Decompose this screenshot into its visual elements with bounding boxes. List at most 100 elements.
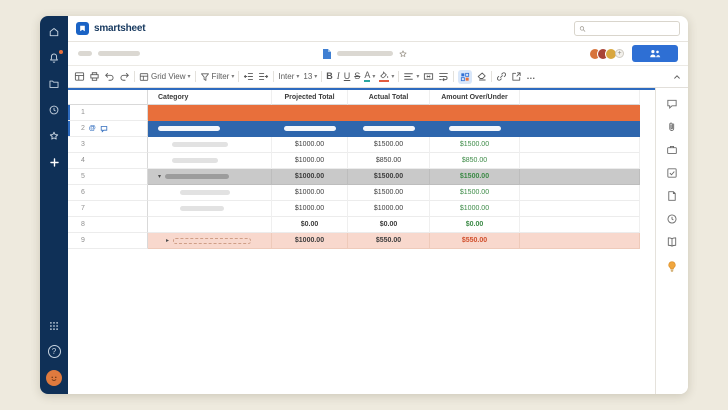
projected-cell[interactable]: $1000.00 <box>272 201 348 217</box>
diff-cell[interactable]: $1500.00 <box>430 185 520 201</box>
category-cell[interactable] <box>148 137 272 153</box>
fill-color-button[interactable]: ▾ <box>379 71 394 82</box>
actual-cell[interactable]: $1500.00 <box>348 169 430 185</box>
empty-cell[interactable] <box>520 217 640 233</box>
link-icon[interactable] <box>496 71 507 82</box>
recents-clock-icon[interactable] <box>47 103 61 117</box>
diff-cell[interactable]: $1500.00 <box>430 169 520 185</box>
indent-icon[interactable] <box>258 71 269 82</box>
expand-row-icon[interactable]: ▸ <box>166 238 169 244</box>
wrap-text-icon[interactable] <box>438 71 449 82</box>
row-number-cell[interactable]: 8 <box>68 217 148 233</box>
projected-cell[interactable]: $1000.00 <box>272 153 348 169</box>
column-header[interactable]: Amount Over/Under <box>430 90 520 105</box>
actual-cell[interactable]: $1500.00 <box>348 137 430 153</box>
align-button[interactable]: ▾ <box>403 71 419 82</box>
projected-cell[interactable] <box>272 121 348 137</box>
empty-cell[interactable] <box>520 153 640 169</box>
row-number-cell[interactable]: 1 <box>68 105 148 121</box>
category-cell[interactable] <box>148 201 272 217</box>
corner-cell[interactable] <box>68 90 148 105</box>
projected-cell[interactable]: $1000.00 <box>272 137 348 153</box>
clear-format-eraser-icon[interactable] <box>476 71 487 82</box>
diff-cell[interactable]: $850.00 <box>430 153 520 169</box>
projected-cell[interactable]: $1000.00 <box>272 233 348 249</box>
insights-lightbulb-icon[interactable] <box>666 260 679 273</box>
diff-cell[interactable] <box>430 105 520 121</box>
favorite-star-icon[interactable] <box>398 49 408 59</box>
conditional-formatting-button[interactable] <box>458 70 472 84</box>
diff-cell[interactable] <box>430 121 520 137</box>
browse-folder-icon[interactable] <box>47 77 61 91</box>
underline-button[interactable]: U <box>344 72 351 81</box>
expand-row-icon[interactable] <box>511 71 522 82</box>
collapse-toolbar-button[interactable] <box>672 72 682 82</box>
category-cell[interactable] <box>148 185 272 201</box>
row-number-cell[interactable]: 5 <box>68 169 148 185</box>
text-color-button[interactable]: A ▾ <box>364 71 375 82</box>
actual-cell[interactable]: $0.00 <box>348 217 430 233</box>
actual-cell[interactable] <box>348 105 430 121</box>
publish-document-icon[interactable] <box>666 189 679 202</box>
projected-cell[interactable]: $1000.00 <box>272 185 348 201</box>
update-requests-icon[interactable] <box>666 166 679 179</box>
diff-cell[interactable]: $1500.00 <box>430 137 520 153</box>
more-tools-button[interactable]: … <box>526 72 536 81</box>
empty-cell[interactable] <box>520 185 640 201</box>
column-header-empty[interactable] <box>520 90 640 105</box>
outdent-icon[interactable] <box>243 71 254 82</box>
projected-cell[interactable]: $0.00 <box>272 217 348 233</box>
notifications-bell-icon[interactable] <box>47 51 61 65</box>
bold-button[interactable]: B <box>326 72 333 81</box>
mention-icon[interactable]: @ <box>89 125 96 132</box>
help-icon[interactable]: ? <box>48 345 61 358</box>
category-cell[interactable] <box>148 105 272 121</box>
category-cell[interactable] <box>148 153 272 169</box>
account-avatar[interactable] <box>46 370 62 386</box>
empty-cell[interactable] <box>520 121 640 137</box>
projected-cell[interactable]: $1000.00 <box>272 169 348 185</box>
filter-control[interactable]: Filter ▾ <box>200 72 235 82</box>
add-collaborator-button[interactable]: + <box>615 49 624 58</box>
diff-cell[interactable]: $1000.00 <box>430 201 520 217</box>
view-switcher[interactable]: Grid View ▾ <box>139 72 191 82</box>
row-number-cell[interactable]: 9 <box>68 233 148 249</box>
print-icon[interactable] <box>89 71 100 82</box>
category-cell[interactable]: ▾ <box>148 169 272 185</box>
smartsheet-logo-icon[interactable] <box>76 22 89 35</box>
empty-cell[interactable] <box>520 137 640 153</box>
proofs-briefcase-icon[interactable] <box>666 143 679 156</box>
diff-cell[interactable]: $0.00 <box>430 217 520 233</box>
row-number-cell[interactable]: 7 <box>68 201 148 217</box>
sheet-actions-icon[interactable] <box>74 71 85 82</box>
redo-icon[interactable] <box>119 71 130 82</box>
font-size-select[interactable]: 13 ▾ <box>303 72 317 81</box>
italic-button[interactable]: I <box>337 72 340 81</box>
empty-cell[interactable] <box>520 201 640 217</box>
actual-cell[interactable] <box>348 121 430 137</box>
category-cell[interactable] <box>148 217 272 233</box>
strikethrough-button[interactable]: S <box>354 72 360 81</box>
row-number-cell[interactable]: 4 <box>68 153 148 169</box>
actual-cell[interactable]: $1000.00 <box>348 201 430 217</box>
undo-icon[interactable] <box>104 71 115 82</box>
merge-cells-icon[interactable] <box>423 71 434 82</box>
activity-log-clock-icon[interactable] <box>666 212 679 225</box>
actual-cell[interactable]: $850.00 <box>348 153 430 169</box>
row-number-cell[interactable]: 2 @ <box>68 121 148 137</box>
column-header[interactable]: Projected Total <box>272 90 348 105</box>
home-icon[interactable] <box>47 25 61 39</box>
empty-cell[interactable] <box>520 169 640 185</box>
actual-cell[interactable]: $1500.00 <box>348 185 430 201</box>
diff-cell[interactable]: $550.00 <box>430 233 520 249</box>
font-family-select[interactable]: Inter ▾ <box>278 72 299 81</box>
apps-grid-icon[interactable] <box>47 319 61 333</box>
projected-cell[interactable] <box>272 105 348 121</box>
empty-cell[interactable] <box>520 105 640 121</box>
empty-cell[interactable] <box>520 233 640 249</box>
actual-cell[interactable]: $550.00 <box>348 233 430 249</box>
collapse-row-icon[interactable]: ▾ <box>158 174 161 180</box>
create-plus-button[interactable] <box>47 155 61 169</box>
conversations-icon[interactable] <box>666 97 679 110</box>
comment-indicator-icon[interactable] <box>100 125 108 133</box>
